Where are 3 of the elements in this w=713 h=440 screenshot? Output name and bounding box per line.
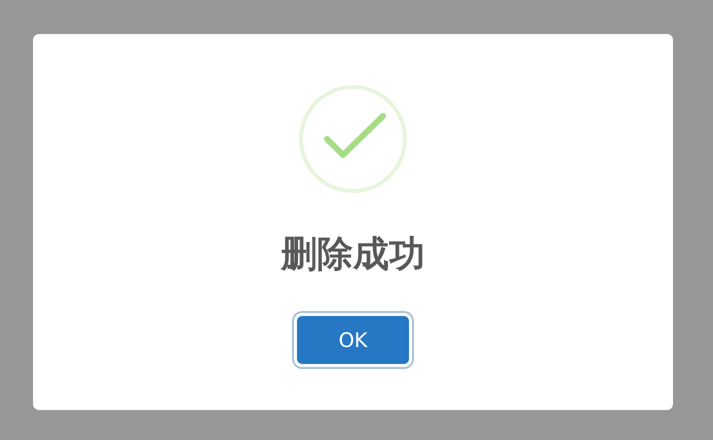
dialog-title: 删除成功 (281, 233, 425, 276)
ok-button[interactable]: OK (297, 316, 409, 364)
success-check-icon (297, 83, 409, 195)
